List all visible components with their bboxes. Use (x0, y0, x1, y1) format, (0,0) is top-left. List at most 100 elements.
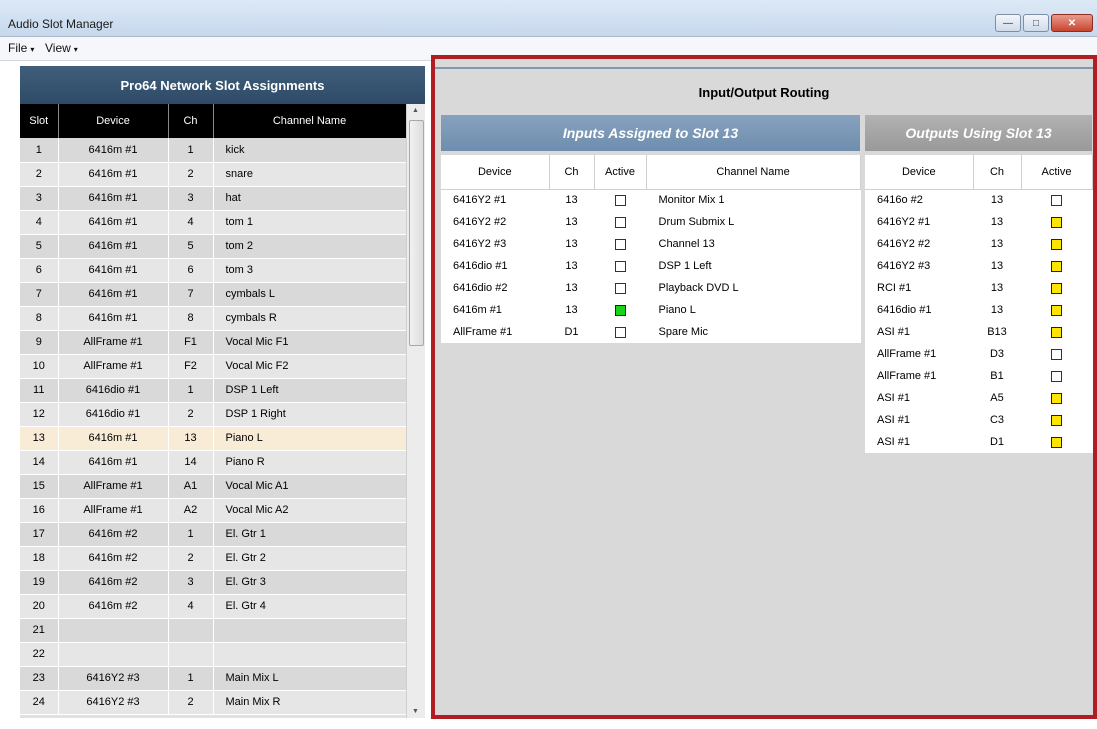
table-row[interactable]: ASI #1 B13 (865, 321, 1093, 343)
table-row[interactable]: 17 6416m #2 1 El. Gtr 1 (20, 522, 406, 547)
table-row[interactable]: 5 6416m #1 5 tom 2 (20, 234, 406, 259)
active-checkbox[interactable] (614, 260, 626, 272)
channel-name: kick (213, 138, 406, 163)
vertical-scrollbar[interactable]: ▲ ▼ (406, 104, 425, 718)
device-name: 6416m #1 (58, 162, 169, 187)
inputs-table-header: Device Ch Active Channel Name (441, 155, 861, 190)
table-row[interactable]: 2 6416m #1 2 snare (20, 162, 406, 187)
active-checkbox[interactable] (1051, 194, 1062, 206)
scroll-up-icon[interactable]: ▲ (412, 107, 419, 114)
active-checkbox[interactable] (614, 282, 626, 294)
maximize-icon: □ (1032, 17, 1040, 29)
table-row[interactable]: 7 6416m #1 7 cymbals L (20, 282, 406, 307)
menu-view[interactable]: View ▾ (45, 41, 78, 55)
channel-name: Vocal Mic F2 (213, 354, 406, 379)
table-row[interactable]: 3 6416m #1 3 hat (20, 186, 406, 211)
active-checkbox[interactable] (1051, 326, 1062, 338)
table-row[interactable]: 4 6416m #1 4 tom 1 (20, 210, 406, 235)
active-cell (594, 299, 647, 321)
slot-number: 9 (20, 330, 59, 355)
device-name: 6416m #1 (441, 299, 550, 321)
column-header-ch[interactable]: Ch (168, 104, 214, 138)
table-row[interactable]: AllFrame #1 D1 Spare Mic (441, 321, 861, 343)
table-row[interactable]: 6416Y2 #2 13 Drum Submix L (441, 211, 861, 233)
device-name: AllFrame #1 (58, 330, 169, 355)
device-name: 6416dio #2 (441, 277, 550, 299)
table-row[interactable]: 13 6416m #1 13 Piano L (20, 426, 406, 451)
active-checkbox[interactable] (1051, 216, 1062, 228)
table-row[interactable]: 6416Y2 #1 13 (865, 211, 1093, 233)
device-name: 6416m #1 (58, 258, 169, 283)
channel-name: Vocal Mic A1 (213, 474, 406, 499)
table-row[interactable]: ASI #1 C3 (865, 409, 1093, 431)
active-checkbox[interactable] (1051, 238, 1062, 250)
table-row[interactable]: 6416Y2 #3 13 (865, 255, 1093, 277)
table-row[interactable]: 12 6416dio #1 2 DSP 1 Right (20, 402, 406, 427)
maximize-button[interactable]: □ (1023, 14, 1049, 32)
table-row[interactable]: 20 6416m #2 4 El. Gtr 4 (20, 594, 406, 619)
table-row[interactable]: 9 AllFrame #1 F1 Vocal Mic F1 (20, 330, 406, 355)
table-row[interactable]: 6416o #2 13 (865, 189, 1093, 211)
window-title: Audio Slot Manager (8, 17, 114, 31)
table-row[interactable]: AllFrame #1 D3 (865, 343, 1093, 365)
active-checkbox[interactable] (1051, 414, 1062, 426)
table-row[interactable]: 6416dio #1 13 (865, 299, 1093, 321)
minimize-button[interactable]: — (995, 14, 1021, 32)
table-row[interactable]: ASI #1 D1 (865, 431, 1093, 453)
channel-number: 13 (973, 299, 1022, 321)
table-row[interactable]: 16 AllFrame #1 A2 Vocal Mic A2 (20, 498, 406, 523)
channel-name: cymbals L (213, 282, 406, 307)
table-row[interactable]: 14 6416m #1 14 Piano R (20, 450, 406, 475)
active-checkbox[interactable] (614, 238, 626, 250)
table-row[interactable]: 6416Y2 #3 13 Channel 13 (441, 233, 861, 255)
table-row[interactable]: 19 6416m #2 3 El. Gtr 3 (20, 570, 406, 595)
channel-name: DSP 1 Left (213, 378, 406, 403)
table-row[interactable]: 8 6416m #1 8 cymbals R (20, 306, 406, 331)
active-checkbox[interactable] (614, 304, 626, 316)
device-name: 6416dio #1 (865, 299, 974, 321)
slot-number: 2 (20, 162, 59, 187)
table-row[interactable]: 24 6416Y2 #3 2 Main Mix R (20, 690, 406, 715)
table-row[interactable]: 15 AllFrame #1 A1 Vocal Mic A1 (20, 474, 406, 499)
table-row[interactable]: 6416dio #2 13 Playback DVD L (441, 277, 861, 299)
active-checkbox[interactable] (1051, 392, 1062, 404)
device-name: AllFrame #1 (58, 498, 169, 523)
table-row[interactable]: 23 6416Y2 #3 1 Main Mix L (20, 666, 406, 691)
table-row[interactable]: 22 (20, 642, 406, 667)
table-row[interactable]: 6416m #1 13 Piano L (441, 299, 861, 321)
active-checkbox[interactable] (614, 216, 626, 228)
column-header-device[interactable]: Device (58, 104, 169, 138)
table-row[interactable]: 6416dio #1 13 DSP 1 Left (441, 255, 861, 277)
active-checkbox[interactable] (1051, 436, 1062, 448)
table-row[interactable]: 21 (20, 618, 406, 643)
table-row[interactable]: 1 6416m #1 1 kick (20, 138, 406, 163)
active-checkbox[interactable] (614, 194, 626, 206)
column-header-slot[interactable]: Slot (20, 104, 59, 138)
table-row[interactable]: 11 6416dio #1 1 DSP 1 Left (20, 378, 406, 403)
device-name: ASI #1 (865, 409, 974, 431)
device-name: AllFrame #1 (441, 321, 550, 343)
active-checkbox[interactable] (1051, 370, 1062, 382)
table-row[interactable]: 10 AllFrame #1 F2 Vocal Mic F2 (20, 354, 406, 379)
table-row[interactable]: AllFrame #1 B1 (865, 365, 1093, 387)
table-row[interactable]: 6416Y2 #1 13 Monitor Mix 1 (441, 189, 861, 211)
table-row[interactable]: RCI #1 13 (865, 277, 1093, 299)
column-header-channel-name[interactable]: Channel Name (213, 104, 406, 138)
active-checkbox[interactable] (1051, 348, 1062, 360)
channel-number: 2 (168, 546, 214, 571)
scroll-down-icon[interactable]: ▼ (412, 708, 419, 715)
table-row[interactable]: 18 6416m #2 2 El. Gtr 2 (20, 546, 406, 571)
active-checkbox[interactable] (1051, 304, 1062, 316)
menu-file[interactable]: File ▾ (8, 41, 34, 55)
channel-name: DSP 1 Right (213, 402, 406, 427)
table-row[interactable]: ASI #1 A5 (865, 387, 1093, 409)
active-checkbox[interactable] (1051, 282, 1062, 294)
scrollbar-thumb[interactable] (409, 120, 424, 346)
table-row[interactable]: 6 6416m #1 6 tom 3 (20, 258, 406, 283)
table-row[interactable]: 6416Y2 #2 13 (865, 233, 1093, 255)
active-checkbox[interactable] (1051, 260, 1062, 272)
close-button[interactable]: ✕ (1051, 14, 1093, 32)
active-checkbox[interactable] (614, 326, 626, 338)
column-header-channel-name: Channel Name (646, 155, 861, 190)
channel-number: 13 (973, 211, 1022, 233)
